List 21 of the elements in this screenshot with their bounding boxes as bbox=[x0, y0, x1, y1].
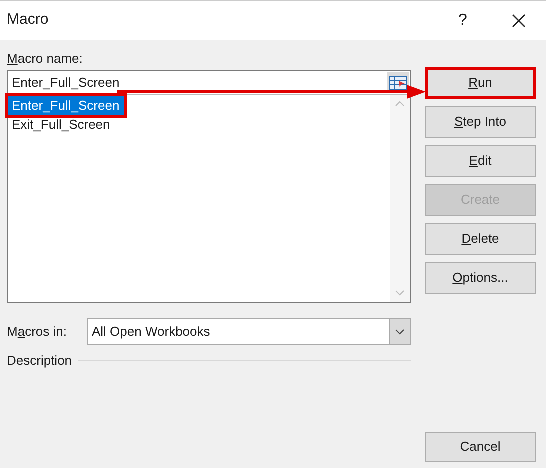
cancel-button[interactable]: Cancel bbox=[425, 432, 536, 462]
sheet-icon bbox=[389, 76, 407, 90]
window-title: Macro bbox=[7, 10, 50, 30]
macro-list-item[interactable]: Enter_Full_Screen bbox=[8, 96, 124, 115]
dialog-button[interactable]: Edit bbox=[425, 145, 536, 177]
macro-list-item[interactable]: Exit_Full_Screen bbox=[8, 115, 390, 134]
scroll-down-icon bbox=[395, 290, 405, 296]
close-icon bbox=[512, 14, 526, 28]
chevron-down-icon bbox=[395, 328, 405, 334]
dialog-button[interactable]: Delete bbox=[425, 223, 536, 255]
dialog-button[interactable]: Options... bbox=[425, 262, 536, 294]
dialog-button[interactable]: Step Into bbox=[425, 106, 536, 138]
scroll-up-icon bbox=[395, 101, 405, 107]
macro-name-label: Macro name: bbox=[7, 50, 84, 67]
description-label: Description bbox=[7, 352, 72, 370]
scrollbar[interactable] bbox=[390, 95, 410, 302]
macros-in-label: Macros in: bbox=[7, 322, 68, 341]
macros-in-dropdown[interactable]: All Open Workbooks bbox=[87, 318, 411, 345]
macro-name-field[interactable]: Enter_Full_Screen bbox=[8, 72, 387, 92]
help-button[interactable]: ? bbox=[448, 6, 478, 36]
dialog-button[interactable]: Run bbox=[425, 67, 536, 99]
